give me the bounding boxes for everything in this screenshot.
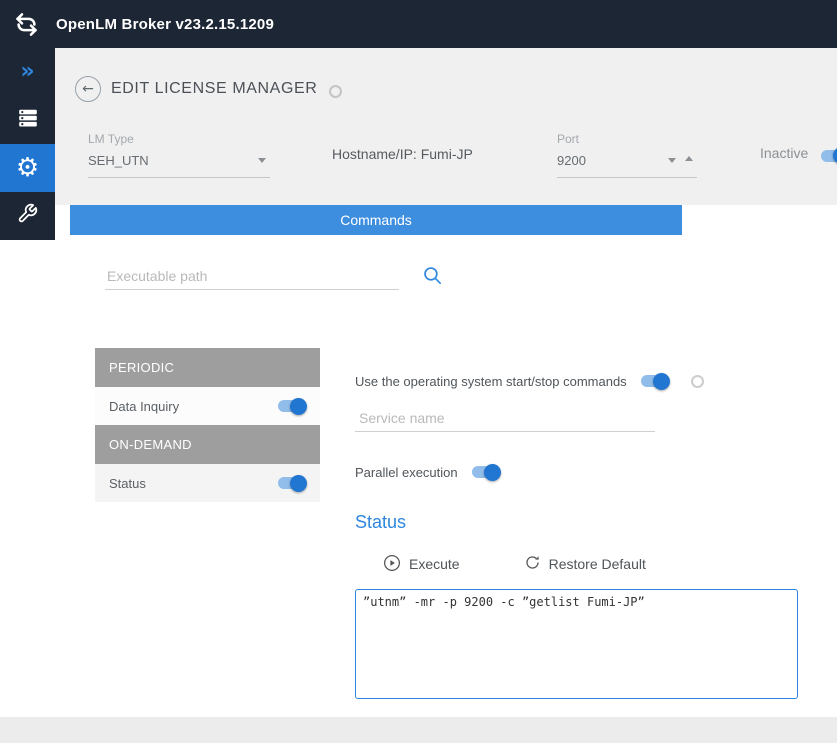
chevron-down-icon[interactable] [258,158,266,163]
titlebar: OpenLM Broker v23.2.15.1209 [0,0,837,48]
inactive-label: Inactive [760,145,808,161]
server-icon [17,107,39,134]
command-row-status[interactable]: Status [95,464,320,502]
circle-indicator-icon [691,375,704,388]
data-inquiry-toggle[interactable] [278,400,306,412]
restore-default-button[interactable]: Restore Default [524,554,646,574]
tab-bar: Commands [70,205,837,235]
port-field: Port 9200 [557,132,697,178]
bottom-scroll-area [0,717,837,743]
commands-panel: PERIODIC Data Inquiry ON-DEMAND Status U… [70,235,837,717]
page-title: EDIT LICENSE MANAGER [111,80,317,98]
refresh-icon [524,554,541,574]
parallel-execution-label: Parallel execution [355,465,458,480]
parallel-execution-toggle[interactable] [472,466,500,478]
command-list: PERIODIC Data Inquiry ON-DEMAND Status [95,348,320,502]
gear-icon: ⚙ [16,155,39,181]
os-commands-toggle[interactable] [641,375,669,387]
status-section-title: Status [355,512,815,533]
app-title: OpenLM Broker v23.2.15.1209 [56,16,274,33]
lm-type-label: LM Type [88,132,270,146]
port-select[interactable]: 9200 [557,146,697,178]
back-button[interactable]: ← [75,76,101,102]
sidebar: » ⚙ [0,48,55,240]
hostname-text: Hostname/IP: Fumi-JP [332,146,473,162]
tools-icon [17,203,38,229]
sidebar-item-tools[interactable] [0,192,55,240]
command-row-data-inquiry[interactable]: Data Inquiry [95,387,320,425]
title-status-icon [329,85,342,98]
edit-license-manager-header: ← EDIT LICENSE MANAGER LM Type SEH_UTN H… [55,48,837,205]
command-textarea[interactable]: ”utnm” -mr -p 9200 -c ”getlist Fumi-JP” [355,589,798,699]
service-name-input[interactable] [355,405,655,432]
command-detail-column: Use the operating system start/stop comm… [355,371,815,699]
left-arrow-icon: ← [82,81,94,97]
chevrons-double-right-icon: » [20,61,34,83]
spinner-up-icon[interactable] [685,156,693,161]
status-toggle[interactable] [278,477,306,489]
port-value: 9200 [557,153,586,168]
spinner-down-icon[interactable] [668,158,676,163]
lm-type-select[interactable]: SEH_UTN [88,146,270,178]
sidebar-item-settings[interactable]: ⚙ [0,144,55,192]
lm-type-field: LM Type SEH_UTN [88,132,270,178]
port-label: Port [557,132,697,146]
command-row-label: Data Inquiry [109,399,179,414]
tab-commands[interactable]: Commands [70,205,682,235]
restore-default-label: Restore Default [549,556,646,572]
execute-button[interactable]: Execute [383,554,460,575]
inactive-toggle[interactable] [821,150,837,162]
play-circle-icon [383,554,401,575]
executable-path-input[interactable] [105,263,399,290]
sidebar-item-brokers[interactable] [0,96,55,144]
search-button[interactable] [422,265,443,289]
command-group-header-periodic: PERIODIC [95,348,320,387]
command-row-label: Status [109,476,146,491]
search-icon [422,274,443,289]
openlm-logo-icon [13,11,40,38]
lm-type-value: SEH_UTN [88,153,149,168]
sidebar-item-expand[interactable]: » [0,48,55,96]
execute-label: Execute [409,556,460,572]
command-group-header-on-demand: ON-DEMAND [95,425,320,464]
os-commands-label: Use the operating system start/stop comm… [355,374,627,389]
